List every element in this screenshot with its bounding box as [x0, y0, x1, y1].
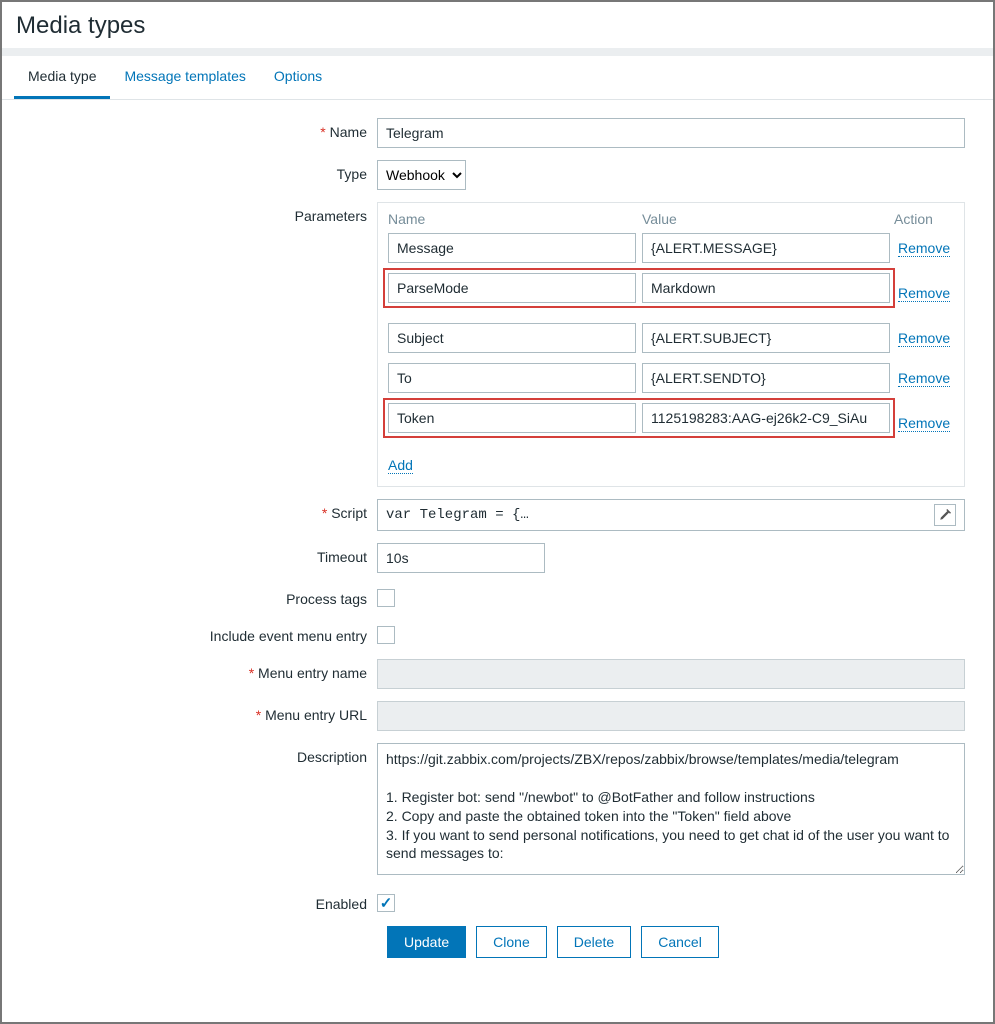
label-include-event-menu: Include event menu entry	[2, 622, 377, 644]
label-menu-entry-url: Menu entry URL	[2, 701, 377, 723]
label-enabled: Enabled	[2, 890, 377, 912]
param-row: Remove	[388, 363, 954, 393]
param-name-input[interactable]	[388, 363, 636, 393]
clone-button[interactable]: Clone	[476, 926, 547, 958]
remove-link[interactable]: Remove	[898, 415, 950, 432]
param-name-input[interactable]	[388, 403, 636, 433]
delete-button[interactable]: Delete	[557, 926, 631, 958]
cancel-button[interactable]: Cancel	[641, 926, 719, 958]
highlight-box	[383, 268, 895, 308]
tab-media-type[interactable]: Media type	[14, 56, 110, 99]
highlight-box	[383, 398, 895, 438]
name-input[interactable]	[377, 118, 965, 148]
param-value-input[interactable]	[642, 233, 890, 263]
script-preview: var Telegram = {…	[386, 507, 529, 523]
param-name-input[interactable]	[388, 323, 636, 353]
param-name-input[interactable]	[388, 233, 636, 263]
label-menu-entry-name: Menu entry name	[2, 659, 377, 681]
param-value-input[interactable]	[642, 273, 890, 303]
label-type: Type	[2, 160, 377, 182]
menu-entry-url-input	[377, 701, 965, 731]
tabs: Media type Message templates Options	[2, 56, 993, 100]
script-box[interactable]: var Telegram = {…	[377, 499, 965, 531]
params-header-name: Name	[388, 211, 642, 227]
params-header-value: Value	[642, 211, 894, 227]
remove-link[interactable]: Remove	[898, 240, 950, 257]
page-title: Media types	[2, 2, 993, 48]
menu-entry-name-input	[377, 659, 965, 689]
button-row: Update Clone Delete Cancel	[387, 926, 973, 958]
param-row: Remove	[388, 403, 954, 443]
param-value-input[interactable]	[642, 363, 890, 393]
parameters-box: Name Value Action Remove	[377, 202, 965, 487]
param-value-input[interactable]	[642, 323, 890, 353]
params-header-action: Action	[894, 211, 954, 227]
tab-message-templates[interactable]: Message templates	[110, 56, 259, 99]
param-row: Remove	[388, 273, 954, 313]
enabled-checkbox[interactable]	[377, 894, 395, 912]
param-value-input[interactable]	[642, 403, 890, 433]
label-description: Description	[2, 743, 377, 765]
param-row: Remove	[388, 323, 954, 353]
pencil-icon[interactable]	[934, 504, 956, 526]
tab-options[interactable]: Options	[260, 56, 336, 99]
remove-link[interactable]: Remove	[898, 330, 950, 347]
param-name-input[interactable]	[388, 273, 636, 303]
label-timeout: Timeout	[2, 543, 377, 565]
label-parameters: Parameters	[2, 202, 377, 224]
update-button[interactable]: Update	[387, 926, 466, 958]
param-row: Remove	[388, 233, 954, 263]
header-divider	[2, 48, 993, 56]
add-parameter-link[interactable]: Add	[388, 457, 413, 474]
include-event-menu-checkbox[interactable]	[377, 626, 395, 644]
description-textarea[interactable]	[377, 743, 965, 875]
label-name: Name	[2, 118, 377, 140]
remove-link[interactable]: Remove	[898, 370, 950, 387]
remove-link[interactable]: Remove	[898, 285, 950, 302]
label-process-tags: Process tags	[2, 585, 377, 607]
process-tags-checkbox[interactable]	[377, 589, 395, 607]
label-script: Script	[2, 499, 377, 521]
timeout-input[interactable]	[377, 543, 545, 573]
type-select[interactable]: Webhook	[377, 160, 466, 190]
